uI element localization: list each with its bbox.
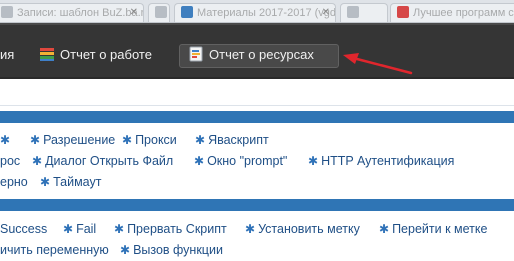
gear-icon: ✱: [194, 154, 205, 168]
action-item-partial[interactable]: ерно: [0, 172, 28, 192]
flow-item-abort-script[interactable]: ✱ Прервать Скрипт: [114, 219, 227, 239]
gear-icon: ✱: [0, 133, 11, 147]
actions-row: рос ✱ Диалог Открыть Файл ✱ Окно "prompt" …: [0, 151, 514, 171]
flow-row: ичить переменную ✱ Вызов функции: [0, 240, 514, 260]
action-item-open-file-dialog[interactable]: ✱ Диалог Открыть Файл: [32, 151, 173, 171]
gear-icon: ✱: [30, 133, 41, 147]
gear-icon: ✱: [63, 222, 74, 236]
page-header-band: [0, 79, 514, 106]
section-header-bar: [0, 111, 514, 123]
flow-item-fail[interactable]: ✱ Fail: [63, 219, 96, 239]
section-header-bar: [0, 199, 514, 211]
gear-icon: ✱: [379, 222, 390, 236]
action-item-partial[interactable]: рос: [0, 151, 20, 171]
gear-icon: ✱: [40, 175, 51, 189]
flow-item-goto-label[interactable]: ✱ Перейти к метке: [379, 219, 487, 239]
flow-row: Success ✱ Fail ✱ Прервать Скрипт ✱ Установи…: [0, 219, 514, 239]
action-item-http-auth[interactable]: ✱ HTTP Аутентификация: [308, 151, 454, 171]
flow-item-partial[interactable]: ичить переменную: [0, 240, 109, 260]
flow-item-success[interactable]: Success: [0, 219, 47, 239]
gear-icon: ✱: [114, 222, 125, 236]
action-item-proxy[interactable]: ✱ Прокси: [122, 130, 177, 150]
gear-icon: ✱: [122, 133, 133, 147]
action-item-javascript[interactable]: ✱ Яваскрипт: [195, 130, 269, 150]
flow-item-call-function[interactable]: ✱ Вызов функции: [120, 240, 223, 260]
action-item-timeout[interactable]: ✱ Таймаут: [40, 172, 101, 192]
gear-icon: ✱: [120, 243, 131, 257]
action-item-permission[interactable]: ✱: [0, 130, 13, 150]
gear-icon: ✱: [195, 133, 206, 147]
flow-item-set-label[interactable]: ✱ Установить метку: [245, 219, 360, 239]
actions-row: ерно ✱ Таймаут: [0, 172, 514, 192]
actions-row: ✱ ✱ Разрешение ✱ Прокси ✱ Яваскрипт: [0, 130, 514, 150]
gear-icon: ✱: [308, 154, 319, 168]
gear-icon: ✱: [32, 154, 43, 168]
gear-icon: ✱: [245, 222, 256, 236]
action-item-prompt-window[interactable]: ✱ Окно "prompt": [194, 151, 287, 171]
action-item-permission[interactable]: ✱ Разрешение: [30, 130, 115, 150]
